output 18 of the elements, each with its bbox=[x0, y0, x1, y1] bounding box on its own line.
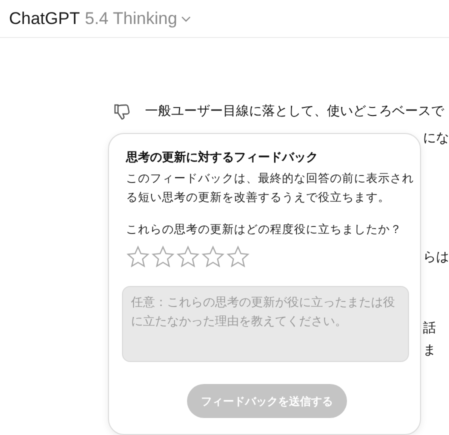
feedback-field[interactable]: 任意：これらの思考の更新が役に立ったまたは役に立たなかった理由を教えてください。 bbox=[122, 286, 409, 362]
message-text: らは bbox=[423, 249, 449, 264]
star-icon[interactable] bbox=[176, 245, 200, 269]
rating-question: これらの思考の更新はどの程度役に立ちましたか？ bbox=[126, 222, 403, 238]
star-icon[interactable] bbox=[201, 245, 225, 269]
feedback-description: このフィードバックは、最終的な回答の前に表示される短い思考の更新を改善するうえで役立ちます。 bbox=[126, 172, 415, 206]
feedback-title: 思考の更新に対するフィードバック bbox=[126, 149, 319, 166]
message-text: 一般ユーザー目線に落として、使いどころベースで bbox=[145, 102, 444, 120]
star-icon[interactable] bbox=[226, 245, 250, 269]
star-icon[interactable] bbox=[126, 245, 150, 269]
app-name: ChatGPT bbox=[9, 8, 80, 28]
star-icon[interactable] bbox=[151, 245, 175, 269]
thumbs-down-icon[interactable] bbox=[113, 102, 131, 120]
chevron-down-icon bbox=[181, 16, 192, 22]
message-text: 話 bbox=[423, 320, 436, 335]
model-selector[interactable]: 5.4 Thinking bbox=[84, 8, 192, 28]
message-text: ま bbox=[423, 342, 436, 357]
message-text: にな bbox=[423, 130, 449, 145]
